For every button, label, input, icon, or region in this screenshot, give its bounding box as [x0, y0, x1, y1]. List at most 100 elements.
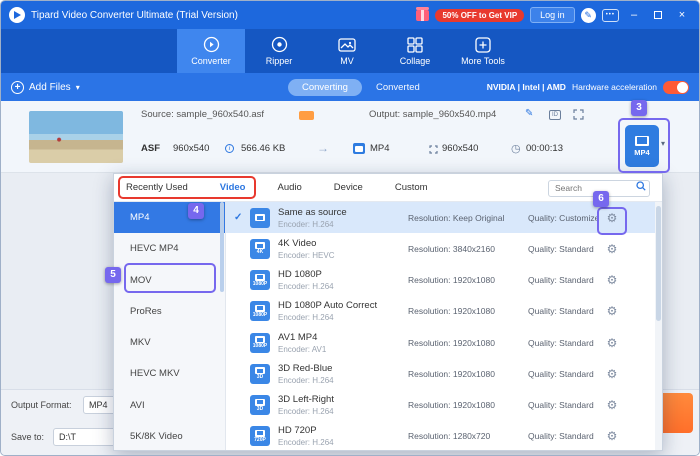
- format-resolution: Resolution: 1920x1080: [408, 275, 495, 286]
- main-nav: Converter Ripper MV Collage More Tools: [1, 29, 699, 73]
- settings-gear-icon[interactable]: ⚙: [602, 273, 622, 287]
- format-row[interactable]: 3D 3D Left-Right Encoder: H.264 Resolution:…: [226, 389, 662, 421]
- format-quality: Quality: Standard: [528, 400, 594, 411]
- format-name: HD 1080P Auto Correct: [278, 300, 378, 312]
- format-row[interactable]: 4K 4K Video Encoder: HEVC Resolution: 3840x…: [226, 233, 662, 265]
- hardware-acceleration-toggle[interactable]: [663, 80, 689, 94]
- sidebar-item-mkv[interactable]: MKV: [114, 327, 225, 358]
- minimize-button[interactable]: –: [625, 1, 643, 29]
- format-row[interactable]: 720P HD 720P Encoder: H.264 Resolution: 128…: [226, 420, 662, 450]
- vip-offer-badge[interactable]: 50% OFF to Get VIP: [435, 8, 525, 22]
- callout-box-step3: [618, 118, 670, 173]
- login-button[interactable]: Log in: [530, 7, 575, 23]
- more-tools-icon: [475, 36, 491, 53]
- panel-tab-custom[interactable]: Custom: [395, 182, 428, 193]
- callout-number-3: 3: [631, 100, 647, 116]
- clock-icon: ◷: [511, 143, 521, 155]
- pen-tool-icon[interactable]: ✎: [580, 7, 596, 23]
- format-list: ✓ Same as source Encoder: H.264 Resolution:…: [226, 202, 662, 450]
- sidebar-item-avi[interactable]: AVI: [114, 390, 225, 421]
- tab-converting[interactable]: Converting: [288, 78, 362, 96]
- format-encoder: Encoder: H.264: [278, 282, 334, 292]
- output-format-icon: [353, 143, 365, 154]
- callout-box-step6: [597, 207, 627, 235]
- format-quality: Quality: Standard: [528, 306, 594, 317]
- source-filename: Source: sample_960x540.asf: [141, 109, 265, 120]
- settings-gear-icon[interactable]: ⚙: [602, 304, 622, 318]
- format-row[interactable]: 1080P HD 1080P Encoder: H.264 Resolution: 1…: [226, 264, 662, 296]
- callout-number-6: 6: [593, 191, 609, 207]
- format-encoder: Encoder: H.264: [278, 219, 334, 229]
- sub-toolbar: + Add Files ▾ Converting Converted NVIDI…: [1, 73, 699, 101]
- hardware-acceleration-label: Hardware acceleration: [571, 82, 657, 92]
- maximize-button[interactable]: [649, 1, 667, 29]
- format-row[interactable]: 1080P HD 1080P Auto Correct Encoder: H.264…: [226, 295, 662, 327]
- search-icon[interactable]: [636, 181, 646, 191]
- info-icon[interactable]: i: [225, 144, 234, 153]
- metadata-id-icon[interactable]: ID: [549, 110, 561, 120]
- ripper-icon: [271, 36, 288, 53]
- tab-converted[interactable]: Converted: [376, 82, 420, 93]
- source-container-label: ASF: [141, 143, 160, 154]
- window-title: Tipard Video Converter Ultimate (Trial V…: [31, 9, 238, 21]
- nav-tab-collage[interactable]: Collage: [381, 29, 449, 73]
- nav-tab-converter[interactable]: Converter: [177, 29, 245, 73]
- gift-icon[interactable]: [416, 6, 430, 21]
- sidebar-item-mp4[interactable]: MP4: [114, 202, 225, 234]
- format-row[interactable]: 3D 3D Red-Blue Encoder: H.264 Resolution: 1…: [226, 358, 662, 390]
- output-format-label: Output Format:: [11, 400, 72, 410]
- nav-tab-mv[interactable]: MV: [313, 29, 381, 73]
- compress-icon[interactable]: [573, 109, 584, 120]
- menu-dots-icon[interactable]: •••: [601, 8, 619, 22]
- sidebar-item-hevc-mkv[interactable]: HEVC MKV: [114, 358, 225, 389]
- collage-icon: [407, 36, 423, 53]
- format-badge-icon: [250, 207, 270, 228]
- settings-gear-icon[interactable]: ⚙: [602, 242, 622, 256]
- settings-gear-icon[interactable]: ⚙: [602, 398, 622, 412]
- add-files-button[interactable]: + Add Files ▾: [11, 80, 80, 94]
- format-badge-icon: 1080P: [250, 332, 270, 353]
- callout-number-5: 5: [105, 267, 121, 283]
- app-logo-icon: [9, 7, 25, 23]
- file-row[interactable]: Source: sample_960x540.asf Output: sampl…: [1, 101, 699, 173]
- close-button[interactable]: ×: [673, 1, 691, 29]
- list-scrollbar[interactable]: [655, 202, 662, 450]
- video-thumbnail: [29, 111, 123, 163]
- format-resolution: Resolution: Keep Original: [408, 212, 505, 223]
- nav-tab-more-tools[interactable]: More Tools: [449, 29, 517, 73]
- sidebar-scrollbar[interactable]: [220, 202, 224, 292]
- format-badge-icon: 3D: [250, 363, 270, 384]
- sidebar-item-hevc-mp4[interactable]: HEVC MP4: [114, 233, 225, 264]
- format-quality: Quality: Customize: [528, 212, 600, 223]
- format-badge-icon: 3D: [250, 395, 270, 416]
- rename-output-icon[interactable]: ✎: [525, 108, 533, 119]
- format-badge-icon: 1080P: [250, 270, 270, 291]
- settings-gear-icon[interactable]: ⚙: [602, 336, 622, 350]
- format-resolution: Resolution: 3840x2160: [408, 243, 495, 254]
- format-resolution: Resolution: 1920x1080: [408, 368, 495, 379]
- callout-box-step5: [124, 263, 216, 293]
- panel-tab-device[interactable]: Device: [334, 182, 363, 193]
- format-name: 4K Video: [278, 237, 317, 249]
- format-name: 3D Left-Right: [278, 394, 334, 406]
- format-quality: Quality: Standard: [528, 368, 594, 379]
- panel-tab-audio[interactable]: Audio: [277, 182, 301, 193]
- format-badge-icon: 1080P: [250, 301, 270, 322]
- sidebar-item-5k-8k-video[interactable]: 5K/8K Video: [114, 421, 225, 450]
- mv-icon: [338, 36, 356, 53]
- format-badge-icon: 720P: [250, 426, 270, 447]
- settings-gear-icon[interactable]: ⚙: [602, 429, 622, 443]
- format-resolution: Resolution: 1280x720: [408, 431, 491, 442]
- format-sidebar: MP4 HEVC MP4 MOV ProRes MKV HEVC MKV AVI 5K/8K …: [114, 202, 226, 450]
- file-size: 566.46 KB: [241, 143, 286, 154]
- format-encoder: Encoder: H.264: [278, 438, 334, 448]
- format-row[interactable]: 1080P AV1 MP4 Encoder: AV1 Resolution: 1920…: [226, 327, 662, 359]
- scrollbar-thumb[interactable]: [656, 206, 661, 321]
- source-format-tag-icon: [299, 111, 314, 120]
- output-filename: Output: sample_960x540.mp4: [369, 109, 497, 120]
- sidebar-item-prores[interactable]: ProRes: [114, 296, 225, 327]
- settings-gear-icon[interactable]: ⚙: [602, 367, 622, 381]
- nav-tab-ripper[interactable]: Ripper: [245, 29, 313, 73]
- add-files-label: Add Files: [29, 81, 71, 93]
- format-resolution: Resolution: 1920x1080: [408, 306, 495, 317]
